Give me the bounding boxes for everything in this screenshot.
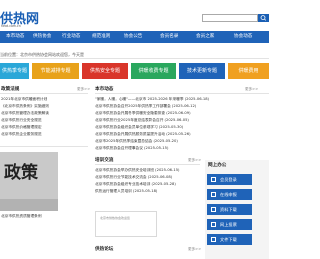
service-button-files[interactable]: 文件下载: [207, 234, 252, 245]
site-logo-subtitle: heat.com.cn: [1, 24, 21, 28]
search-icon: [260, 15, 267, 21]
divider: [0, 93, 88, 94]
training-item[interactable]: 北京市供热协会组织专业技术培训 (2025-05-28): [95, 182, 200, 187]
list-item[interactable]: 北京市供热行业安全规范: [1, 118, 87, 123]
topic-banner[interactable]: 供暖收费专题: [131, 63, 176, 79]
training-item[interactable]: 供热运行管理人员培训 (2025-05-18): [95, 189, 200, 194]
service-button-vote[interactable]: 网上投票: [207, 219, 252, 230]
nav-item[interactable]: 协会公告: [124, 31, 142, 43]
notice-text: 北京市供热协会欢迎您: [100, 216, 131, 220]
list-item[interactable]: 《北京市供热条例》实施细则: [1, 104, 87, 109]
news-more-link[interactable]: 更多>>: [245, 87, 258, 92]
topic-banner[interactable]: 技术更新专题: [179, 63, 225, 79]
news-item[interactable]: 北京市供热协会开展供热服务质量提升活动 (2025-05-26): [95, 132, 267, 137]
service-button-label: 文件下载: [220, 237, 237, 242]
user-icon: [211, 177, 216, 182]
forum-more-link[interactable]: 更多>>: [188, 247, 201, 252]
service-button-login[interactable]: 会员登录: [207, 174, 252, 185]
download-icon: [211, 207, 216, 212]
service-button-label: 资料下载: [220, 207, 237, 212]
forum-section-title: 供热论坛: [95, 247, 114, 252]
training-item[interactable]: 北京市供热协会举办供热安全培训班 (2025-06-15): [95, 168, 200, 173]
nav-item[interactable]: 供热协会: [33, 31, 51, 43]
topic-banner-label: 节能减排专题: [40, 68, 71, 74]
training-item[interactable]: 北京市供热行业节能技术交流会 (2025-06-08): [95, 175, 200, 180]
topic-banner[interactable]: 供暖费用: [228, 63, 269, 79]
policy-more-link[interactable]: 更多>>: [77, 87, 90, 92]
news-item[interactable]: 北京市供热协会召开理事会议 (2025-05-15): [95, 146, 267, 151]
service-panel-title: 网上办公: [208, 163, 227, 168]
main-nav: 本市动态 供热协会 行业动态 规范准则 协会公告 会员名录 会员之家 协会动态: [0, 31, 269, 43]
policy-image-base: [0, 199, 58, 211]
topic-banner-label: 供暖收费专题: [138, 68, 169, 74]
search-input[interactable]: [202, 14, 258, 22]
topic-banner[interactable]: 供热季专题: [0, 63, 29, 79]
news-item[interactable]: "家暖，人暖，心暖"——北京市 2025-2026 年采暖季 (2025-06-…: [95, 97, 267, 102]
news-item[interactable]: 北京市供热协会开展冬季供暖安全隐患排查 (2025-06-09): [95, 111, 267, 116]
topic-banner-label: 技术更新专题: [186, 68, 217, 74]
topic-banner[interactable]: 节能减排专题: [32, 63, 79, 79]
edit-icon: [211, 192, 216, 197]
nav-item[interactable]: 会员之家: [196, 31, 214, 43]
notice-box: 北京市供热协会欢迎您: [95, 211, 157, 237]
training-section-title: 培训交流: [95, 158, 114, 163]
file-icon: [211, 237, 216, 242]
policy-image-word: 政策: [4, 163, 38, 183]
service-button-label: 网上投票: [220, 222, 237, 227]
vote-icon: [211, 222, 216, 227]
news-item[interactable]: 北京市供热行业2025年度总结表彰会召开 (2025-06-05): [95, 118, 267, 123]
service-button-label: 会员登录: [220, 177, 237, 182]
topic-banner-label: 供热季专题: [1, 68, 27, 74]
divider: [0, 146, 88, 147]
service-button-download[interactable]: 资料下载: [207, 204, 252, 215]
nav-item[interactable]: 规范准则: [92, 31, 110, 43]
policy-image-caption[interactable]: 北京市供热资质管理条例: [1, 214, 87, 219]
topic-banner-label: 供暖费用: [238, 68, 259, 74]
news-section-title: 本市动态: [95, 87, 114, 92]
training-more-link[interactable]: 更多>>: [188, 158, 201, 163]
list-item[interactable]: 北京市供热企业服务规范: [1, 132, 87, 137]
list-item[interactable]: 2021年北京市供暖面积计划: [1, 97, 87, 102]
search-button[interactable]: [258, 14, 269, 22]
list-item[interactable]: 北京市供热价格管理规定: [1, 125, 87, 130]
news-item[interactable]: 北京市供热协会召开2025年供热季工作部署会 (2025-06-12): [95, 104, 267, 109]
divider: [95, 164, 200, 165]
nav-item[interactable]: 协会动态: [234, 31, 252, 43]
topic-banner[interactable]: 供热安全专题: [82, 63, 128, 79]
nav-item[interactable]: 行业动态: [62, 31, 80, 43]
breadcrumb: 当前位置：北京市供热协会网站欢迎您，今天是: [0, 51, 269, 59]
news-item[interactable]: 北京市供热协会组织会员单位参观学习 (2025-05-30): [95, 125, 267, 130]
header: 供热网 heat.com.cn: [0, 0, 269, 31]
policy-section-title: 政策法规: [1, 87, 20, 92]
topic-banner-label: 供热安全专题: [89, 68, 120, 74]
list-item[interactable]: 北京市供热管理办法政策解读: [1, 111, 87, 116]
service-button-apply[interactable]: 在线申报: [207, 189, 252, 200]
search-input-field[interactable]: [204, 16, 256, 20]
nav-item[interactable]: 会员名录: [160, 31, 178, 43]
news-item[interactable]: 北京市2025年供热季结束暨总结会 (2025-05-20): [95, 139, 267, 144]
topic-banners: 供热季专题 节能减排专题 供热安全专题 供暖收费专题 技术更新专题 供暖费用: [0, 63, 269, 79]
policy-image[interactable]: 政策: [0, 152, 58, 211]
service-button-label: 在线申报: [220, 192, 237, 197]
divider: [95, 93, 269, 94]
nav-item[interactable]: 本市动态: [6, 31, 24, 43]
